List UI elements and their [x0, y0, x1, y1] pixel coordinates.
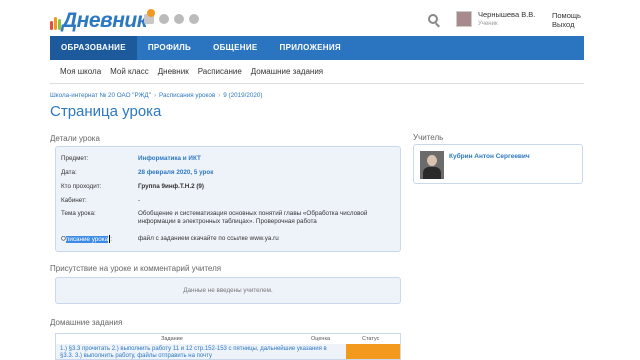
subject-link[interactable]: Информатика и ИКТ	[138, 155, 398, 163]
column-header: Задание	[161, 336, 183, 342]
breadcrumb-schedules[interactable]: Расписания уроков	[159, 92, 215, 99]
notification-badge	[147, 9, 155, 17]
subnav-my-class[interactable]: Мой класс	[110, 60, 149, 83]
detail-label: Кто проходит:	[61, 183, 102, 190]
homework-table: Задание Оценка Статус 1.) §3.3 прочитать…	[55, 333, 401, 360]
search-icon[interactable]	[428, 14, 438, 24]
attendance-empty: Данные не введены учителем.	[55, 277, 401, 304]
homework-title: Домашние задания	[50, 318, 123, 327]
date-link[interactable]: 28 февраля 2020, 5 урок	[138, 169, 398, 177]
breadcrumb-separator: ›	[218, 92, 221, 99]
help-logout-links[interactable]: Помощь Выход	[552, 11, 592, 29]
breadcrumb-class[interactable]: 9 (2019/2020)	[223, 92, 262, 99]
room-value: -	[138, 197, 141, 204]
label-suffix: :	[110, 235, 112, 243]
bell-icon[interactable]	[174, 14, 184, 24]
detail-label: Дата:	[61, 169, 77, 176]
tab-applications[interactable]: ПРИЛОЖЕНИЯ	[269, 36, 352, 60]
details-title: Детали урока	[50, 134, 100, 143]
user-role: Ученик	[478, 21, 498, 27]
refresh-icon[interactable]	[189, 14, 199, 24]
subnav-my-school[interactable]: Моя школа	[60, 60, 101, 83]
column-header: Статус	[362, 336, 380, 342]
user-name[interactable]: Чернышева В.В.	[478, 10, 535, 19]
logo-text: Дневник	[62, 9, 147, 32]
avatar[interactable]	[456, 11, 472, 27]
column-header: Оценка	[311, 336, 331, 342]
breadcrumb-separator: ›	[153, 92, 157, 99]
detail-label: Предмет:	[61, 155, 89, 162]
tab-education[interactable]: ОБРАЗОВАНИЕ	[50, 36, 137, 60]
tab-profile[interactable]: ПРОФИЛЬ	[137, 36, 202, 60]
teacher-title: Учитель	[413, 133, 444, 142]
group-value: Группа 9инф.Т.Н.2 (9)	[138, 183, 205, 190]
top-bar: Дневник Чернышева В.В. Ученик Помощь Вых…	[0, 0, 640, 36]
selected-text: писание урока	[65, 235, 109, 243]
page-title: Страница урока	[50, 103, 162, 120]
breadcrumb: Школа-интернат № 20 ОАО "РЖД" › Расписания…	[50, 92, 263, 99]
main-nav: ОБРАЗОВАНИЕ ПРОФИЛЬ ОБЩЕНИЕ ПРИЛОЖЕНИЯ	[50, 36, 584, 60]
teacher-card: Кубрин Антон Сергеевич	[413, 144, 583, 184]
status-badge	[346, 344, 400, 359]
detail-label: Кабинет:	[61, 197, 87, 204]
teacher-photo	[420, 151, 444, 179]
subnav-schedule[interactable]: Расписание	[198, 60, 242, 83]
description-value: файл с заданием скачайте по ссылке www.y…	[138, 235, 279, 242]
homework-task[interactable]: 1.) §3.3 прочитать 2.) выполнить работу …	[60, 346, 340, 359]
sub-nav: Моя школа Мой класс Дневник Расписание Д…	[50, 60, 584, 84]
table-row[interactable]: 1.) §3.3 прочитать 2.) выполнить работу …	[56, 344, 400, 359]
subnav-diary[interactable]: Дневник	[158, 60, 189, 83]
lesson-details-panel: Предмет: Информатика и ИКТ Дата: 28 февр…	[55, 146, 401, 252]
homework-table-header: Задание Оценка Статус	[56, 334, 400, 344]
topic-value: Обобщение и систематизация основных поня…	[138, 210, 368, 225]
tab-communication[interactable]: ОБЩЕНИЕ	[202, 36, 268, 60]
detail-label: Описание урока:	[61, 235, 136, 243]
detail-label: Тема урока:	[61, 210, 96, 217]
user-icon[interactable]	[159, 14, 169, 24]
attendance-title: Присутствие на уроке и комментарий учите…	[50, 264, 222, 273]
teacher-name[interactable]: Кубрин Антон Сергеевич	[449, 153, 530, 160]
subnav-homework[interactable]: Домашние задания	[251, 60, 323, 83]
breadcrumb-school[interactable]: Школа-интернат № 20 ОАО "РЖД"	[50, 92, 151, 99]
